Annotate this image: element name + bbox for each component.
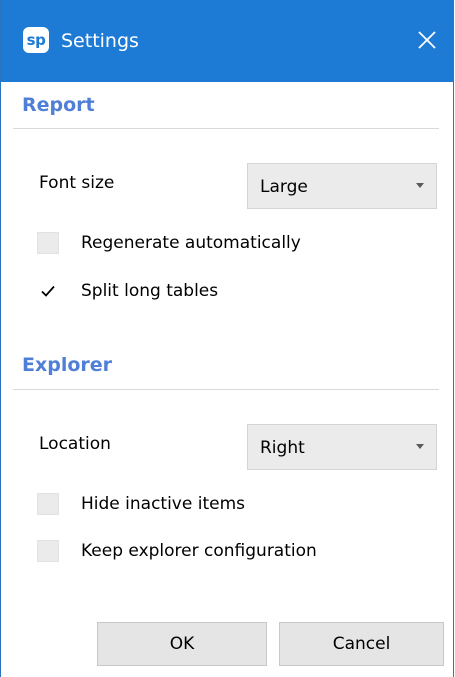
location-label: Location [39, 434, 111, 454]
font-size-selected-value: Large [260, 177, 308, 197]
explorer-divider [13, 389, 439, 390]
ok-button[interactable]: OK [97, 622, 267, 666]
close-button[interactable] [409, 22, 445, 58]
chevron-down-icon [416, 183, 424, 188]
window-title: Settings [61, 30, 139, 52]
keep-explorer-configuration-label: Keep explorer configuration [81, 541, 317, 561]
app-logo-icon: sp [23, 27, 49, 53]
checkmark-icon [41, 285, 55, 297]
settings-dialog: sp Settings Report Font size Large Regen… [0, 0, 454, 677]
font-size-select[interactable]: Large [247, 163, 437, 209]
report-divider [13, 128, 439, 129]
location-selected-value: Right [260, 438, 305, 458]
cancel-button[interactable]: Cancel [279, 622, 444, 666]
font-size-label: Font size [39, 173, 115, 193]
chevron-down-icon [416, 444, 424, 449]
hide-inactive-items-label: Hide inactive items [81, 494, 245, 514]
title-bar[interactable]: sp Settings [1, 0, 453, 82]
checkbox-unchecked-icon [37, 540, 59, 562]
checkbox-checked-icon [37, 280, 59, 302]
close-icon [418, 31, 436, 49]
explorer-section-heading: Explorer [22, 354, 113, 376]
location-select[interactable]: Right [247, 424, 437, 470]
checkbox-unchecked-icon [37, 232, 59, 254]
split-long-tables-label: Split long tables [81, 281, 219, 301]
regenerate-automatically-label: Regenerate automatically [81, 233, 301, 253]
checkbox-unchecked-icon [37, 493, 59, 515]
report-section-heading: Report [22, 94, 95, 116]
